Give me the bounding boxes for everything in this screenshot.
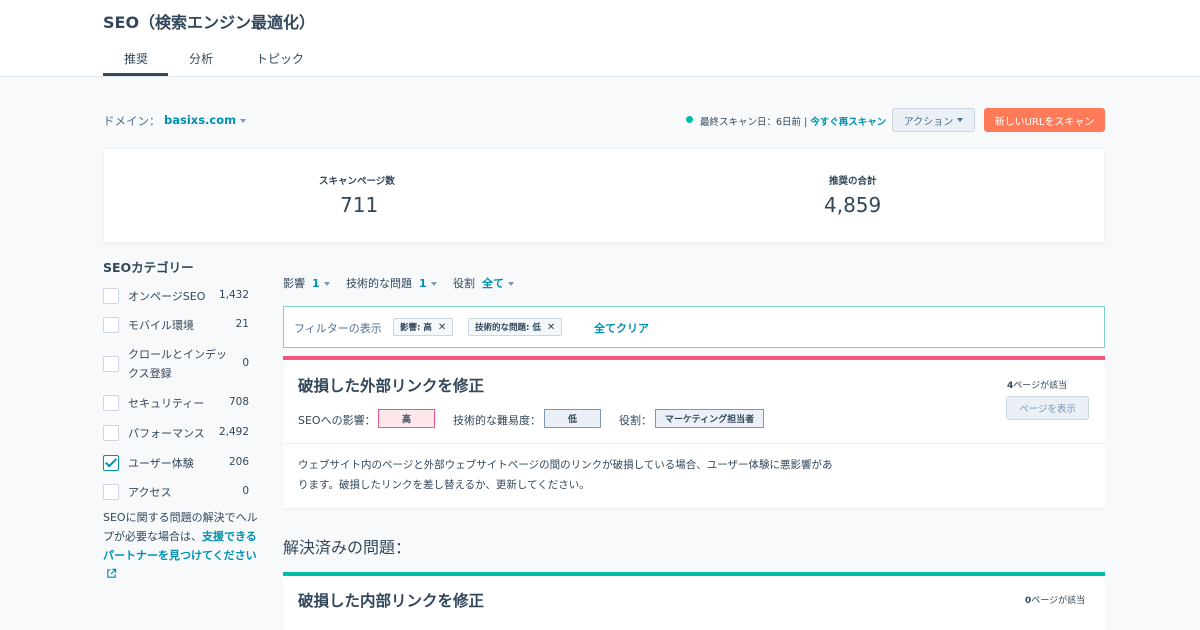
category-count: 708 [228, 396, 249, 408]
category-label: クロールとインデックス登録 [128, 348, 227, 380]
page-header: SEO（検索エンジン最適化） 推奨 分析 トピック [0, 0, 1200, 77]
filter-chip-technical[interactable]: 技術的な問題: 低 ✕ [468, 318, 563, 336]
resolved-issue-card: 破損した内部リンクを修正 0ページが該当 [283, 572, 1105, 630]
checkbox[interactable] [103, 425, 119, 441]
category-label: アクセス [128, 486, 172, 499]
clear-all-link[interactable]: 全てクリア [594, 320, 649, 336]
external-link-icon[interactable] [106, 568, 117, 579]
checkbox[interactable] [103, 317, 119, 333]
close-icon[interactable]: ✕ [438, 322, 446, 333]
active-tab-indicator [103, 73, 168, 76]
help-text: SEOに関する問題の解決でヘルプが必要な場合は、支援できるパートナーを見つけてく… [103, 508, 259, 565]
page-count: 4ページが該当 [1007, 378, 1067, 391]
category-count: 1,432 [218, 289, 249, 301]
category-count: 2,492 [218, 426, 249, 438]
actions-button[interactable]: アクション [892, 108, 975, 132]
chevron-down-icon [508, 282, 514, 286]
category-label: セキュリティー [128, 397, 205, 410]
category-count: 21 [235, 318, 249, 330]
difficulty-label: 技術的な難易度： [453, 414, 541, 427]
category-performance[interactable]: パフォーマンス 2,492 [103, 424, 253, 444]
chip-label: 技術的な問題: 低 [475, 323, 541, 333]
impact-filter-value: 1 [312, 277, 320, 290]
total-recommendations-label: 推奨の合計 [829, 176, 877, 187]
role-label: 役割： [619, 414, 652, 427]
scanned-pages-value: 711 [340, 193, 379, 217]
category-label: モバイル環境 [128, 319, 194, 332]
category-access[interactable]: アクセス 0 [103, 483, 253, 503]
seo-impact-label: SEOへの影響： [298, 414, 376, 427]
technical-filter-value: 1 [419, 277, 427, 290]
tab-topics[interactable]: トピック [256, 50, 304, 67]
actions-button-label: アクション [903, 116, 954, 128]
resolved-issue-title: 破損した内部リンクを修正 [298, 592, 485, 610]
checkbox[interactable] [103, 395, 119, 411]
technical-filter[interactable]: 技術的な問題 1 [346, 275, 437, 291]
impact-bar [283, 356, 1105, 360]
filter-chip-impact[interactable]: 影響: 高 ✕ [393, 318, 454, 336]
chevron-down-icon [430, 282, 437, 286]
issue-title: 破損した外部リンクを修正 [298, 377, 485, 395]
close-icon[interactable]: ✕ [547, 322, 555, 333]
scanned-pages-label: スキャンページ数 [319, 176, 395, 187]
chip-label: 影響: 高 [400, 323, 432, 333]
category-mobile[interactable]: モバイル環境 21 [103, 316, 253, 336]
category-security[interactable]: セキュリティー 708 [103, 394, 253, 414]
role-filter[interactable]: 役割 全て [453, 275, 514, 291]
category-crawl-index[interactable]: クロールとインデックス登録 0 [103, 345, 253, 385]
tab-analysis[interactable]: 分析 [189, 50, 213, 67]
checkbox[interactable] [103, 356, 119, 372]
checkbox[interactable] [103, 484, 119, 500]
total-recommendations-value: 4,859 [824, 193, 882, 217]
chevron-down-icon [323, 282, 330, 286]
divider [283, 443, 1105, 444]
role-badge: マーケティング担当者 [655, 409, 764, 428]
seo-category-title: SEOカテゴリー [103, 260, 194, 275]
resolved-heading: 解決済みの問題： [283, 538, 412, 557]
scan-status: 最終スキャン日：6日前 | 今すぐ再スキャン [700, 114, 886, 128]
rescan-link[interactable]: 今すぐ再スキャン [810, 117, 886, 128]
page-count-text: ページが該当 [1031, 596, 1086, 606]
active-filters: フィルターの表示 影響: 高 ✕ 技術的な問題: 低 ✕ 全てクリア [283, 306, 1105, 348]
resolved-bar [283, 572, 1105, 576]
page-count-text: ページが該当 [1013, 381, 1068, 391]
page-title: SEO（検索エンジン最適化） [103, 13, 316, 32]
category-user-experience[interactable]: ユーザー体験 206 [103, 454, 253, 474]
issue-card: 破損した外部リンクを修正 4ページが該当 ページを表示 SEOへの影響： 高 技… [283, 356, 1105, 508]
role-filter-label: 役割 [453, 277, 475, 290]
impact-filter[interactable]: 影響 1 [283, 275, 330, 291]
impact-filter-label: 影響 [283, 277, 305, 290]
checkbox[interactable] [103, 288, 119, 304]
category-label: オンページSEO [128, 290, 206, 303]
role-filter-value: 全て [482, 277, 504, 290]
view-pages-button[interactable]: ページを表示 [1006, 396, 1089, 420]
scan-status-text: 最終スキャン日：6日前 | [700, 117, 808, 128]
domain-value: basixs.com [164, 113, 237, 127]
category-count: 0 [242, 485, 249, 497]
technical-filter-label: 技術的な問題 [346, 277, 412, 290]
chevron-down-icon [957, 118, 964, 122]
stats-card: スキャンページ数 711 推奨の合計 4,859 [103, 148, 1105, 243]
category-label: ユーザー体験 [128, 457, 194, 470]
tab-recommendations[interactable]: 推奨 [124, 50, 148, 67]
domain-label: ドメイン： [103, 114, 161, 128]
difficulty-badge: 低 [544, 409, 601, 428]
category-count: 0 [242, 357, 249, 369]
category-label: パフォーマンス [128, 427, 205, 440]
seo-impact-badge: 高 [378, 409, 435, 428]
resolved-page-count: 0ページが該当 [1025, 593, 1085, 606]
active-filters-label: フィルターの表示 [294, 322, 382, 335]
issue-description: ウェブサイト内のページと外部ウェブサイトページの間のリンクが破損している場合、ユ… [298, 459, 833, 491]
checkbox-checked[interactable] [103, 455, 119, 471]
category-on-page-seo[interactable]: オンページSEO 1,432 [103, 287, 253, 307]
domain-select[interactable]: basixs.com [164, 113, 247, 127]
scan-new-url-button[interactable]: 新しいURLをスキャン [984, 108, 1105, 132]
chevron-down-icon [240, 118, 247, 123]
category-count: 206 [228, 456, 249, 468]
scan-status-dot [686, 116, 693, 123]
